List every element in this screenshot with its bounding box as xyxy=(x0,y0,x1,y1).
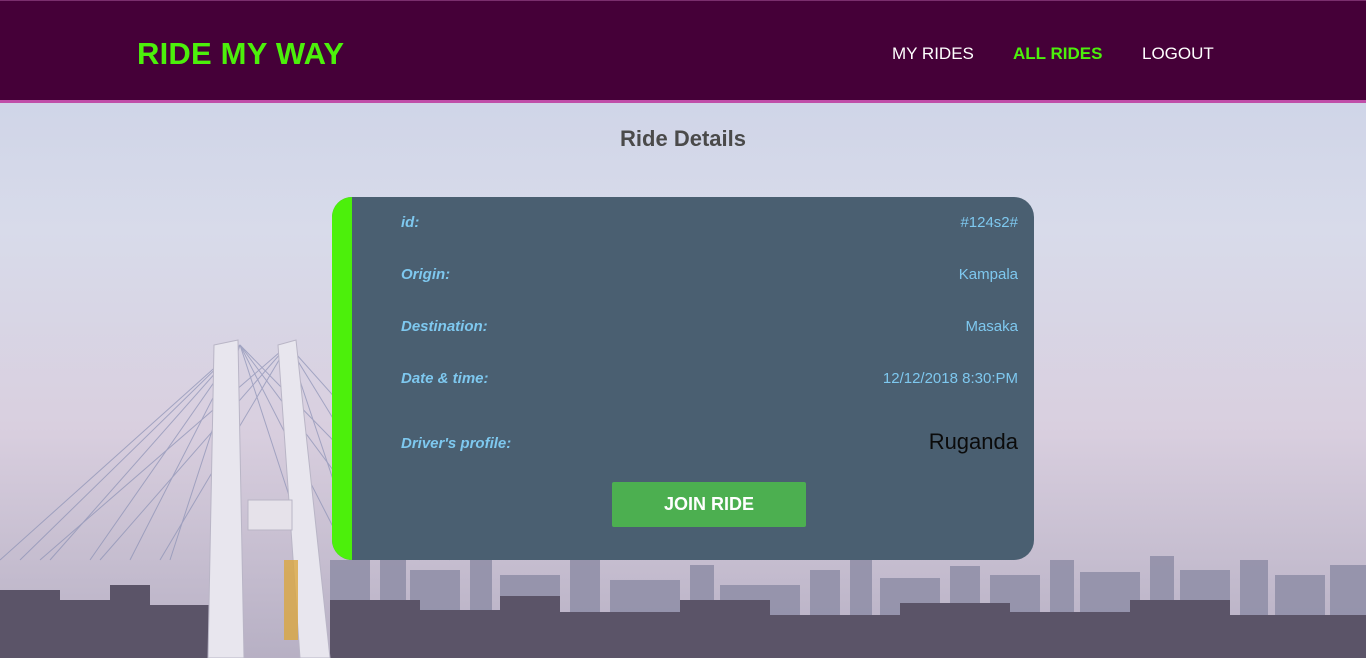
date-time-row: Date & time: 12/12/2018 8:30:PM xyxy=(401,370,1018,394)
driver-profile-row: Driver's profile: Ruganda xyxy=(401,429,1018,459)
nav-all-rides[interactable]: ALL RIDES xyxy=(1013,44,1102,64)
nav-logout[interactable]: LOGOUT xyxy=(1142,44,1214,64)
origin-label: Origin: xyxy=(401,266,451,283)
driver-profile-label: Driver's profile: xyxy=(401,435,512,452)
destination-row: Destination: Masaka xyxy=(401,318,1018,342)
date-time-label: Date & time: xyxy=(401,370,489,387)
card-accent-bar xyxy=(332,197,352,560)
ride-id-value: #124s2# xyxy=(960,214,1018,231)
driver-profile-value[interactable]: Ruganda xyxy=(929,429,1018,455)
top-navbar: RIDE MY WAY MY RIDES ALL RIDES LOGOUT xyxy=(0,0,1366,103)
page-title: Ride Details xyxy=(620,126,746,151)
destination-value: Masaka xyxy=(965,318,1018,335)
ride-details-card: id: #124s2# Origin: Kampala Destination:… xyxy=(332,197,1034,560)
origin-row: Origin: Kampala xyxy=(401,266,1018,290)
nav-my-rides[interactable]: MY RIDES xyxy=(892,44,974,64)
destination-label: Destination: xyxy=(401,318,488,335)
brand-logo[interactable]: RIDE MY WAY xyxy=(137,36,344,72)
ride-id-label: id: xyxy=(401,214,420,231)
join-ride-button[interactable]: JOIN RIDE xyxy=(612,482,806,527)
origin-value: Kampala xyxy=(958,266,1018,283)
ride-id-row: id: #124s2# xyxy=(401,214,1018,238)
date-time-value: 12/12/2018 8:30:PM xyxy=(882,370,1018,387)
